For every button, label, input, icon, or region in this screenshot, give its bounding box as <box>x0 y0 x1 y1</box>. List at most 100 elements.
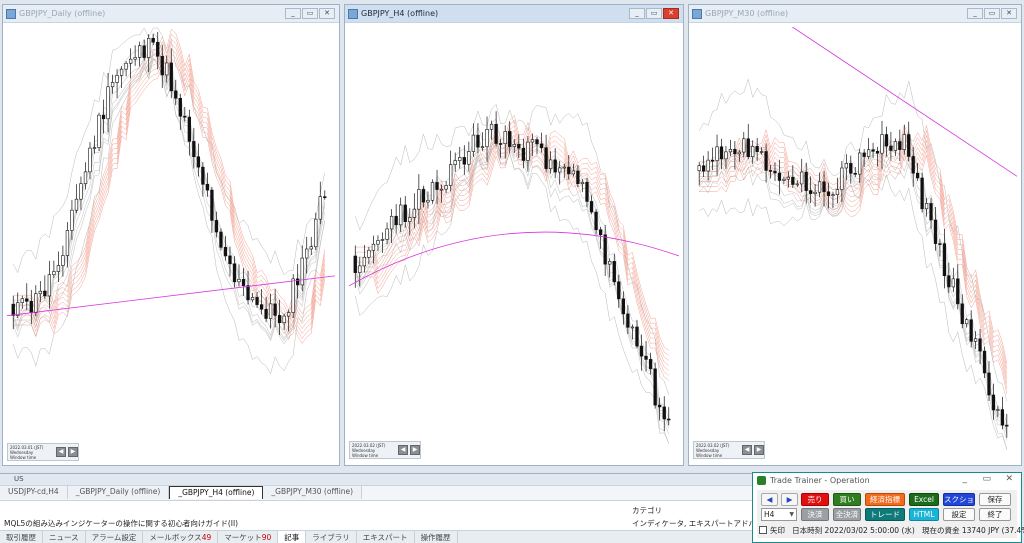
tab-mailbox[interactable]: メールボックス49 <box>143 531 219 543</box>
tab-library[interactable]: ライブラリ <box>306 531 357 543</box>
candle-body <box>133 57 137 60</box>
chart-tab[interactable]: USDJPY-cd,H4 <box>0 486 68 499</box>
candle-body <box>795 183 799 186</box>
candle-body <box>421 189 426 203</box>
arrow-checkbox[interactable] <box>759 526 767 534</box>
tab-experts[interactable]: エキスパート <box>357 531 415 543</box>
candle-body <box>710 159 715 162</box>
step-back-button[interactable]: ◀ <box>398 445 408 455</box>
close-button[interactable]: ✕ <box>319 8 335 19</box>
funds-label: 現在の資金 <box>921 526 960 535</box>
prev-button[interactable]: ◀ <box>761 493 778 506</box>
tab-history[interactable]: 取引履歴 <box>0 531 43 543</box>
candle-body <box>844 163 848 169</box>
settle-all-button[interactable]: 全決済 <box>833 508 861 521</box>
tab-market[interactable]: マーケット90 <box>218 531 279 543</box>
ma-gray-line <box>354 139 670 435</box>
candle <box>205 172 210 197</box>
close-button[interactable]: ✕ <box>1001 8 1017 19</box>
buy-button[interactable]: 買い <box>833 493 861 506</box>
candle-body <box>296 278 300 286</box>
save-button[interactable]: 保存 <box>979 493 1011 506</box>
econ-indicator-button[interactable]: 経済指標 <box>865 493 905 506</box>
candle-body <box>29 301 33 313</box>
candle-body <box>314 218 318 248</box>
minimize-button[interactable]: _ <box>967 8 983 19</box>
tab-alerts[interactable]: アラーム設定 <box>86 531 144 543</box>
chart-tab[interactable]: _GBPJPY_M30 (offline) <box>263 486 363 499</box>
minimize-button[interactable]: _ <box>629 8 645 19</box>
settings-button[interactable]: 設定 <box>943 508 975 521</box>
article-title[interactable]: MQL5の組み込みインジケーターの操作に関する初心者向けガイド(II) <box>4 518 238 529</box>
candle <box>389 209 394 244</box>
screenshot-button[interactable]: スクショ <box>943 493 975 506</box>
candle-body <box>920 177 924 210</box>
restore-button[interactable]: ▭ <box>646 8 662 19</box>
terminal-titlebar[interactable]: US <box>0 474 752 486</box>
trade-trainer-titlebar[interactable]: Trade Trainer - Operation _ ▭ ✕ <box>753 473 1021 488</box>
candle-body <box>742 138 746 153</box>
candle-body <box>178 97 182 117</box>
candle-body <box>151 37 155 43</box>
step-forward-button[interactable]: ▶ <box>754 445 764 455</box>
candle-body <box>124 62 128 70</box>
chart-window-h4[interactable]: GBPJPY_H4 (offline) _ ▭ ✕ 2022.03.02 (JS… <box>344 4 684 466</box>
candle-body <box>403 204 407 222</box>
candle-body <box>978 338 982 352</box>
candle-body <box>119 68 124 76</box>
tab-journal[interactable]: 操作履歴 <box>415 531 458 543</box>
chart-canvas[interactable] <box>349 27 679 461</box>
chart-titlebar[interactable]: GBPJPY_Daily (offline) _ ▭ ✕ <box>3 5 339 23</box>
candle-body <box>648 359 653 370</box>
chart-titlebar[interactable]: GBPJPY_M30 (offline) _ ▭ ✕ <box>689 5 1021 23</box>
maximize-icon[interactable]: ▭ <box>982 474 991 484</box>
step-forward-button[interactable]: ▶ <box>68 447 78 457</box>
tab-news[interactable]: ニュース <box>43 531 86 543</box>
chart-canvas[interactable] <box>693 27 1017 461</box>
html-button[interactable]: HTML <box>909 508 939 521</box>
candle-body <box>362 256 366 267</box>
step-forward-button[interactable]: ▶ <box>410 445 420 455</box>
candle-body <box>458 157 462 161</box>
chart-window-daily[interactable]: GBPJPY_Daily (offline) _ ▭ ✕ 2022.03.01 … <box>2 4 340 466</box>
minimize-icon[interactable]: _ <box>963 474 968 484</box>
price-chart[interactable] <box>7 27 335 461</box>
candle-body <box>259 304 264 310</box>
minimize-button[interactable]: _ <box>285 8 301 19</box>
candle <box>635 319 639 349</box>
restore-button[interactable]: ▭ <box>302 8 318 19</box>
candle <box>800 158 804 193</box>
chart-titlebar[interactable]: GBPJPY_H4 (offline) _ ▭ ✕ <box>345 5 683 23</box>
candle-body <box>969 319 973 342</box>
close-icon[interactable]: ✕ <box>1005 474 1013 484</box>
excel-button[interactable]: Excel <box>909 493 939 506</box>
exit-button[interactable]: 終了 <box>979 508 1011 521</box>
candle-body <box>535 139 539 145</box>
next-button[interactable]: ▶ <box>781 493 798 506</box>
tab-articles[interactable]: 記事 <box>278 531 307 543</box>
timeframe-select[interactable]: H4 ▼ <box>761 508 797 521</box>
chart-window-m30[interactable]: GBPJPY_M30 (offline) _ ▭ ✕ 2022.03.02 (J… <box>688 4 1022 466</box>
arrow-label: 矢印 <box>770 526 785 535</box>
trade-trainer-panel: ◀ ▶ 売り 買い 経済指標 Excel スクショ 保存 H4 ▼ 決済 全決済 … <box>757 490 1024 538</box>
step-back-button[interactable]: ◀ <box>742 445 752 455</box>
chart-tab-active[interactable]: _GBPJPY_H4 (offline) <box>169 486 264 499</box>
price-chart[interactable] <box>349 27 679 461</box>
price-chart[interactable] <box>693 27 1017 461</box>
chart-tab[interactable]: _GBPJPY_Daily (offline) <box>67 486 170 499</box>
candle <box>219 228 223 251</box>
candle-body <box>47 274 52 297</box>
candle-body <box>996 409 1000 411</box>
candle-body <box>237 279 241 283</box>
candle <box>866 138 871 159</box>
close-button[interactable]: ✕ <box>663 8 679 19</box>
chart-canvas[interactable] <box>7 27 335 461</box>
sell-button[interactable]: 売り <box>801 493 829 506</box>
candle-body <box>426 199 430 203</box>
funds-value: 13740 JPY (37.4%) <box>961 526 1024 535</box>
restore-button[interactable]: ▭ <box>984 8 1000 19</box>
trade-button[interactable]: トレード <box>865 508 905 521</box>
step-back-button[interactable]: ◀ <box>56 447 66 457</box>
info-panel: 2022.03.02 (JST) Wednesday Window time ◀… <box>349 441 421 459</box>
settle-button[interactable]: 決済 <box>801 508 829 521</box>
